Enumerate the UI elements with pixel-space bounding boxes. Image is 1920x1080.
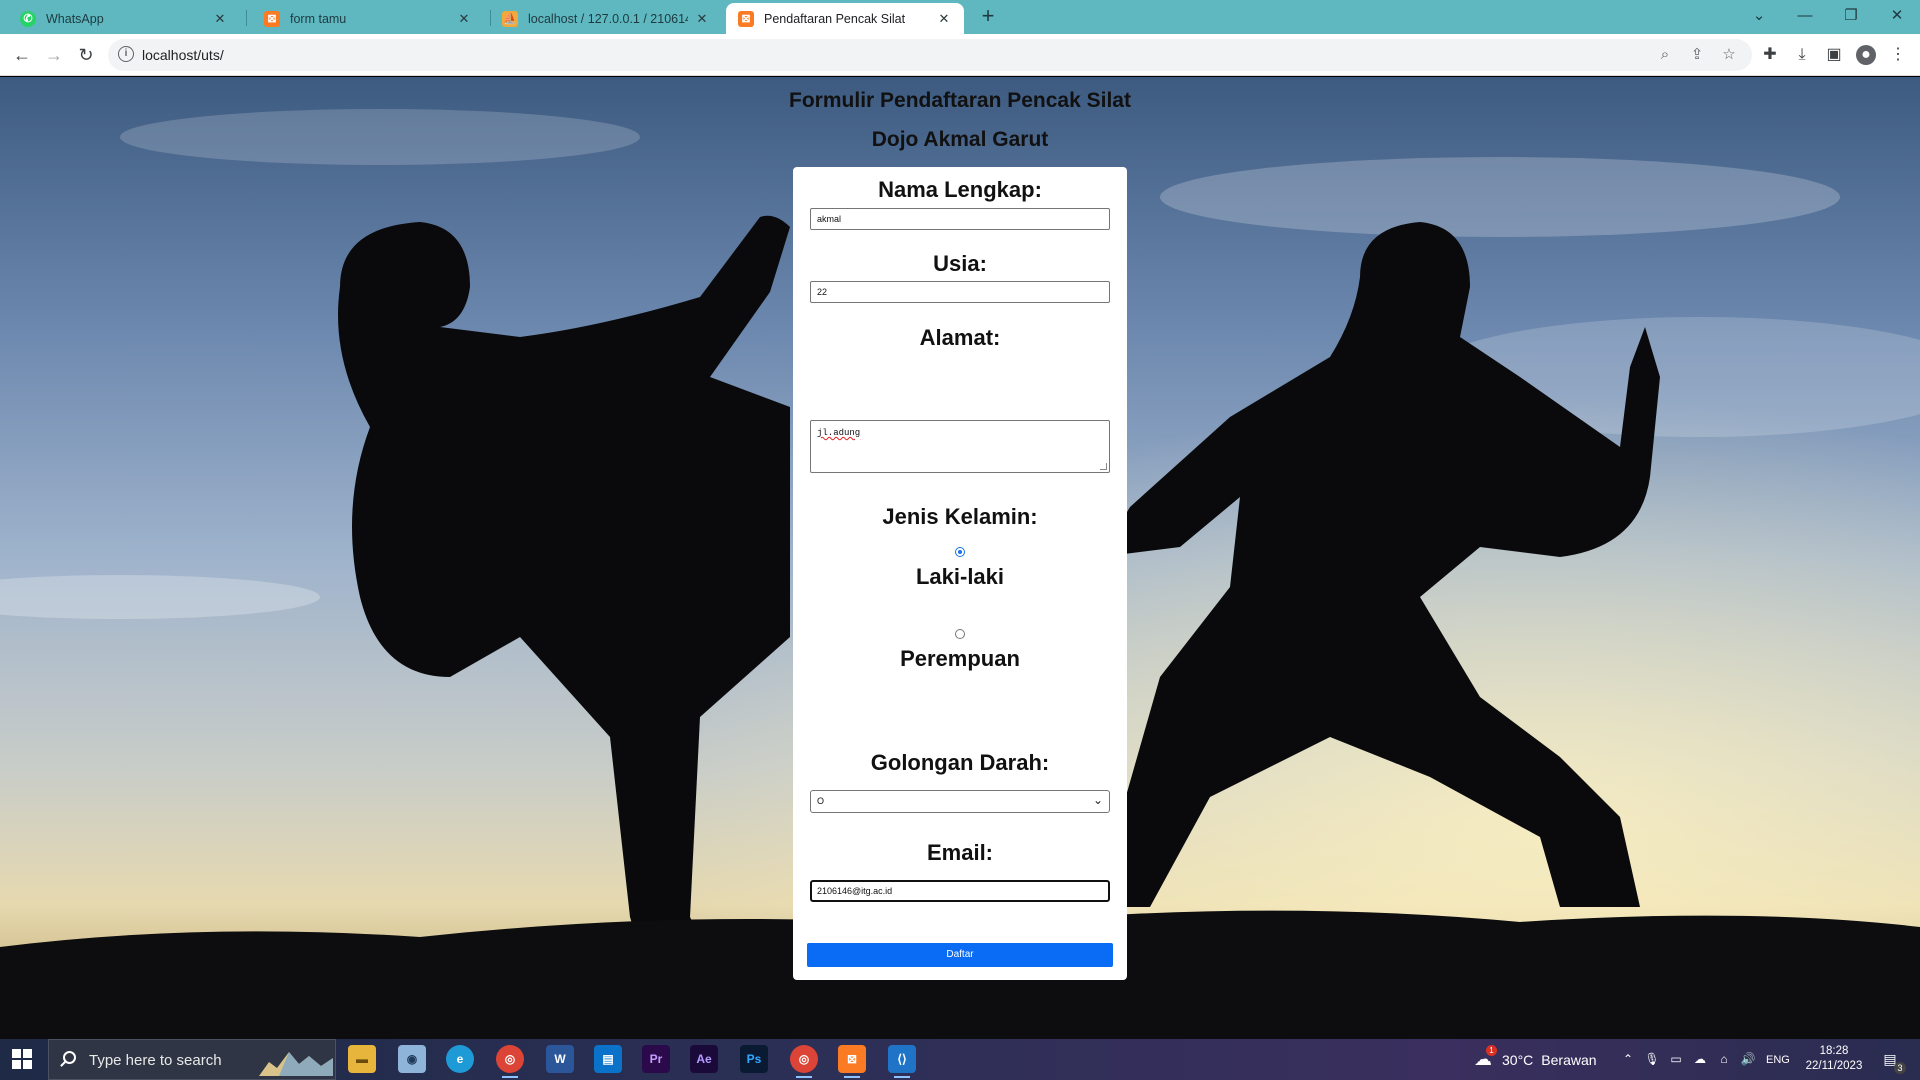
restore-icon[interactable]: ❐ <box>1828 0 1874 30</box>
menu-kebab-icon[interactable]: ⋮ <box>1888 45 1908 65</box>
xampp-icon: ⊠ <box>738 10 754 27</box>
tab-label: WhatsApp <box>46 11 104 26</box>
chevron-up-icon[interactable]: ⌃ <box>1620 1051 1636 1067</box>
weather-text: Berawan <box>1541 1051 1597 1068</box>
xampp-icon: ⊠ <box>264 10 280 27</box>
close-icon[interactable]: ✕ <box>694 11 710 27</box>
whatsapp-icon: ✆ <box>20 10 36 27</box>
taskbar-search-box[interactable]: Type here to search <box>48 1039 336 1080</box>
gender-option-perempuan: Perempuan <box>900 646 1020 671</box>
premiere-icon[interactable]: Pr <box>642 1045 670 1073</box>
zoom-icon[interactable]: ⌕ <box>1656 46 1674 64</box>
after-effects-icon[interactable]: Ae <box>690 1045 718 1073</box>
tab-form-tamu[interactable]: ⊠ form tamu ✕ <box>252 3 484 34</box>
close-icon[interactable]: ✕ <box>936 11 952 27</box>
notification-count: 3 <box>1894 1062 1906 1074</box>
side-panel-icon[interactable]: ▣ <box>1824 45 1844 65</box>
tab-label: form tamu <box>290 11 347 26</box>
search-icon <box>63 1051 76 1064</box>
browser-tab-strip: ✆ WhatsApp ✕ ⊠ form tamu ✕ ⛵ localhost /… <box>0 0 1920 34</box>
weather-badge: 1 <box>1486 1045 1497 1056</box>
tab-label: Pendaftaran Pencak Silat <box>764 11 906 26</box>
vscode-icon[interactable]: ⟨⟩ <box>888 1045 916 1078</box>
golongan-darah-select[interactable]: O ⌄ <box>810 790 1110 813</box>
golongan-darah-label: Golongan Darah: <box>870 750 1050 775</box>
new-tab-button[interactable]: + <box>976 5 1000 29</box>
page-subtitle: Dojo Akmal Garut <box>871 128 1049 151</box>
tab-divider <box>246 10 247 26</box>
reload-icon[interactable]: ↻ <box>72 41 100 69</box>
site-info-icon[interactable]: i <box>118 46 134 62</box>
battery-icon[interactable]: ▭ <box>1668 1051 1684 1067</box>
nama-label: Nama Lengkap: <box>878 177 1042 202</box>
resize-handle-icon[interactable] <box>1100 463 1107 470</box>
chevron-down-icon: ⌄ <box>1092 793 1103 807</box>
gender-radio-laki-laki[interactable] <box>955 547 965 557</box>
photoshop-icon[interactable]: Ps <box>740 1045 768 1073</box>
extensions-icon[interactable]: ✚ <box>1760 45 1780 65</box>
microphone-icon[interactable]: 🎙 <box>1644 1051 1660 1067</box>
download-icon[interactable]: ⤓ <box>1792 45 1812 65</box>
email-label: Email: <box>926 840 994 865</box>
search-placeholder: Type here to search <box>89 1052 222 1069</box>
page-viewport: Formulir Pendaftaran Pencak Silat Dojo A… <box>0 77 1920 1039</box>
windows-start-icon[interactable] <box>12 1049 32 1069</box>
tab-pendaftaran[interactable]: ⊠ Pendaftaran Pencak Silat ✕ <box>726 3 964 34</box>
golongan-darah-value: O <box>817 796 825 806</box>
edge-icon[interactable]: e <box>446 1045 474 1073</box>
email-input[interactable]: 2106146@itg.ac.id <box>810 880 1110 902</box>
word-icon[interactable]: W <box>546 1045 574 1073</box>
chrome-icon[interactable]: ◎ <box>496 1045 524 1078</box>
volume-icon[interactable]: 🔊 <box>1740 1051 1756 1067</box>
browser-toolbar: ← → ↻ i localhost/uts/ ⌕ ⇪ ☆ ✚ ⤓ ▣ ● ⋮ <box>0 34 1920 76</box>
close-icon[interactable]: ✕ <box>456 11 472 27</box>
minimize-icon[interactable]: — <box>1782 0 1828 30</box>
onedrive-icon[interactable]: ☁ <box>1692 1051 1708 1067</box>
tab-search-icon[interactable]: ⌄ <box>1736 0 1782 30</box>
weather-temp: 30°C <box>1502 1051 1534 1068</box>
alamat-label: Alamat: <box>919 325 1001 350</box>
language-indicator[interactable]: ENG <box>1766 1039 1790 1080</box>
bookmark-star-icon[interactable]: ☆ <box>1720 46 1738 64</box>
back-icon[interactable]: ← <box>8 41 36 69</box>
jenis-kelamin-label: Jenis Kelamin: <box>882 504 1038 529</box>
address-bar[interactable]: i localhost/uts/ ⌕ ⇪ ☆ <box>108 39 1752 71</box>
usia-label: Usia: <box>933 251 987 276</box>
clock-date: 22/11/2023 <box>1805 1060 1863 1072</box>
search-highlight-illustration-icon <box>259 1052 333 1076</box>
alamat-textarea[interactable]: jl.adung <box>810 420 1110 473</box>
close-icon[interactable]: ✕ <box>212 11 228 27</box>
forward-icon[interactable]: → <box>40 41 68 69</box>
gender-option-laki-laki: Laki-laki <box>915 564 1005 589</box>
xampp-icon[interactable]: ⊠ <box>838 1045 866 1078</box>
profile-avatar-icon[interactable]: ● <box>1856 45 1876 65</box>
share-icon[interactable]: ⇪ <box>1688 46 1706 64</box>
window-close-icon[interactable]: ✕ <box>1874 0 1920 30</box>
network-icon[interactable]: ⌂ <box>1716 1051 1732 1067</box>
store-icon[interactable]: ▤ <box>594 1045 622 1073</box>
tab-phpmyadmin[interactable]: ⛵ localhost / 127.0.0.1 / 2106146_ ✕ <box>490 3 722 34</box>
alamat-value: jl.adung <box>817 428 861 438</box>
chrome-icon[interactable]: ◎ <box>790 1045 818 1078</box>
nama-input[interactable]: akmal <box>810 208 1110 230</box>
address-url: localhost/uts/ <box>142 47 224 63</box>
weather-widget[interactable]: ☁ 1 30°C Berawan <box>1474 1039 1597 1080</box>
phpmyadmin-icon: ⛵ <box>502 10 518 27</box>
taskbar-clock[interactable]: 18:28 22/11/2023 <box>1796 1044 1872 1074</box>
page-title: Formulir Pendaftaran Pencak Silat <box>789 89 1131 112</box>
usia-input[interactable]: 22 <box>810 281 1110 303</box>
clock-time: 18:28 <box>1819 1045 1849 1057</box>
gender-radio-perempuan[interactable] <box>955 629 965 639</box>
tab-whatsapp[interactable]: ✆ WhatsApp ✕ <box>8 3 240 34</box>
file-explorer-icon[interactable]: ▬ <box>348 1045 376 1073</box>
daftar-submit-button[interactable]: Daftar <box>807 943 1113 967</box>
vpn-icon[interactable]: ◉ <box>398 1045 426 1073</box>
tab-label: localhost / 127.0.0.1 / 2106146_ <box>528 11 688 26</box>
windows-taskbar: Type here to search ▬ ◉ e ◎ W ▤ Pr Ae Ps… <box>0 1039 1920 1080</box>
registration-form: Nama Lengkap: akmal Usia: 22 Alamat: jl.… <box>793 167 1127 980</box>
